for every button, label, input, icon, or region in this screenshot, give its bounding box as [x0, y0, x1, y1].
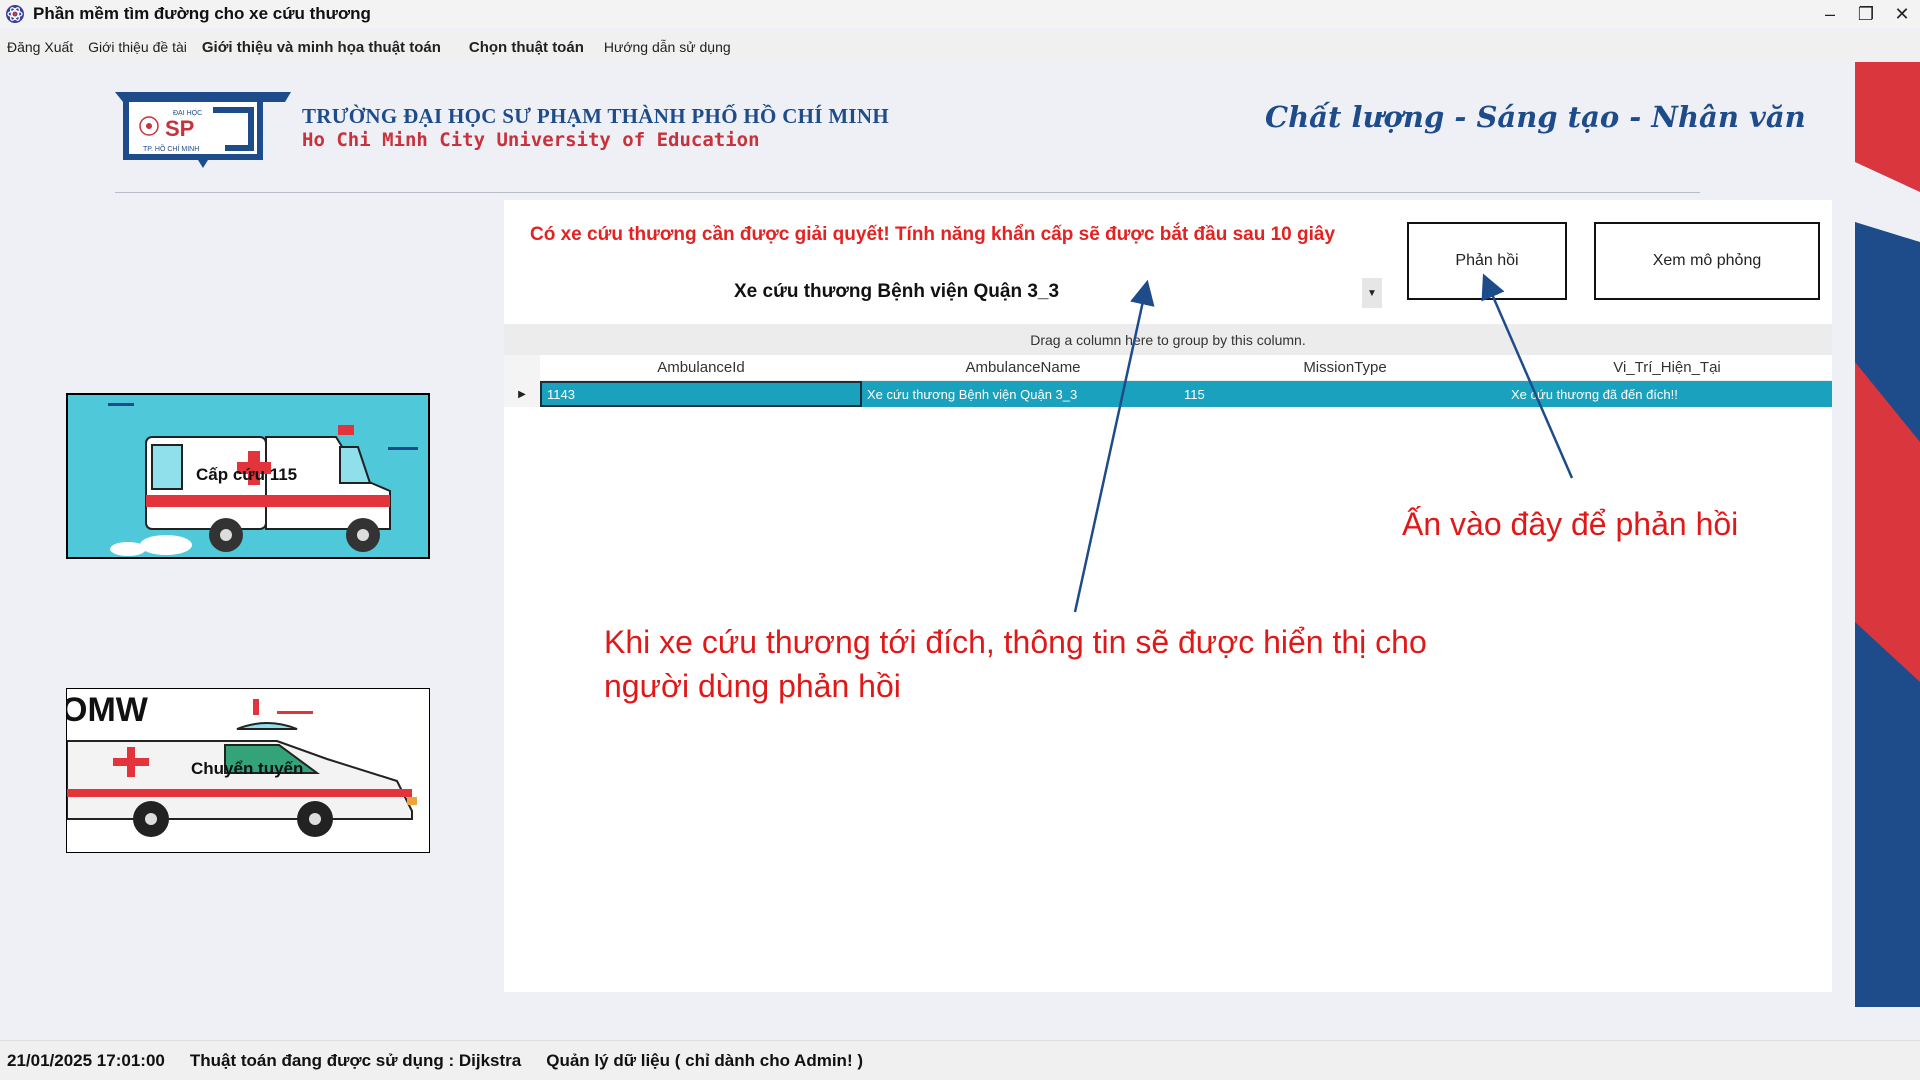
ambulance-select[interactable]: Xe cứu thương Bệnh viện Quận 3_3 ▼: [504, 278, 1382, 308]
window-title: Phần mềm tìm đường cho xe cứu thương: [33, 4, 371, 23]
status-algorithm: Thuật toán đang được sử dụng : Dijkstra: [189, 1050, 522, 1070]
emergency-alert: Có xe cứu thương cần được giải quyết! Tí…: [530, 224, 1336, 245]
table-cell[interactable]: Xe cứu thương Bệnh viện Quận 3_3: [862, 381, 1184, 407]
window-controls: – ❐ ✕: [1812, 0, 1920, 28]
menu-bar: Đăng Xuất Giới thiệu đề tài Giới thiệu v…: [0, 32, 1920, 62]
status-bar: 21/01/2025 17:01:00 Thuật toán đang được…: [0, 1040, 1920, 1080]
chevron-down-icon[interactable]: ▼: [1362, 278, 1382, 308]
card-label-transfer: Chuyển tuyến: [191, 759, 304, 778]
table-cell[interactable]: Xe cứu thương đã đến đích!!: [1506, 381, 1828, 407]
column-header[interactable]: AmbulanceId: [540, 359, 862, 376]
feedback-annotation: Ấn vào đây để phản hồi: [1402, 506, 1739, 542]
feedback-button[interactable]: Phản hồi: [1407, 222, 1567, 300]
arrival-annotation-line2: người dùng phản hồi: [604, 668, 901, 704]
column-header[interactable]: MissionType: [1184, 359, 1506, 376]
restore-button[interactable]: ❐: [1848, 0, 1884, 28]
motto: Chất lượng - Sáng tạo - Nhân văn: [1265, 100, 1806, 134]
table-cell[interactable]: 115: [1184, 381, 1506, 407]
grid-header: AmbulanceId AmbulanceName MissionType Vi…: [504, 354, 1832, 381]
card-label-115: Cấp cứu 115: [196, 465, 298, 484]
transfer-card[interactable]: OMW Chuyển tuyến: [66, 688, 430, 853]
column-header[interactable]: AmbulanceName: [862, 359, 1184, 376]
table-cell[interactable]: 1143: [540, 381, 862, 407]
column-header[interactable]: Vi_Trí_Hiện_Tại: [1506, 359, 1828, 376]
table-row[interactable]: ▶ 1143 Xe cứu thương Bệnh viện Quận 3_3 …: [504, 381, 1832, 407]
menu-user-guide[interactable]: Hướng dẫn sử dụng: [604, 39, 731, 55]
table-cell-value: 115: [1184, 386, 1205, 402]
minimize-button[interactable]: –: [1812, 0, 1848, 28]
admin-data-management[interactable]: Quản lý dữ liệu ( chỉ dành cho Admin! ): [546, 1051, 863, 1071]
group-by-panel[interactable]: Drag a column here to group by this colu…: [504, 324, 1832, 355]
ambulance-select-value: Xe cứu thương Bệnh viện Quận 3_3: [734, 281, 1060, 302]
menu-choose-algorithm[interactable]: Chọn thuật toán: [469, 39, 584, 56]
vehicle-text: OMW: [67, 691, 149, 729]
menu-algorithm-intro[interactable]: Giới thiệu và minh họa thuật toán: [202, 39, 441, 56]
header-divider: [115, 192, 1700, 193]
university-logo: ĐẠI HỌC SP TP. HỒ CHÍ MINH: [115, 92, 291, 168]
emergency-115-card[interactable]: Cấp cứu 115: [66, 393, 430, 559]
status-datetime: 21/01/2025 17:01:00: [7, 1050, 165, 1070]
arrival-annotation-line1: Khi xe cứu thương tới đích, thông tin sẽ…: [604, 624, 1427, 660]
university-name-vn: TRƯỜNG ĐẠI HỌC SƯ PHẠM THÀNH PHỐ HỒ CHÍ …: [302, 104, 890, 128]
university-name-en: Ho Chi Minh City University of Education: [302, 129, 760, 151]
content-panel: Có xe cứu thương cần được giải quyết! Tí…: [504, 200, 1832, 992]
logo-main-text: SP: [165, 116, 194, 141]
close-button[interactable]: ✕: [1884, 0, 1920, 28]
side-decoration: [1855, 62, 1920, 1007]
menu-logout[interactable]: Đăng Xuất: [7, 39, 73, 55]
menu-about-project[interactable]: Giới thiệu đề tài: [88, 39, 187, 55]
atom-icon: [6, 5, 24, 23]
title-bar: Phần mềm tìm đường cho xe cứu thương – ❐…: [0, 0, 1920, 28]
main-area: ĐẠI HỌC SP TP. HỒ CHÍ MINH TRƯỜNG ĐẠI HỌ…: [0, 62, 1920, 1040]
view-simulation-button[interactable]: Xem mô phỏng: [1594, 222, 1820, 300]
row-pointer-icon: ▶: [504, 381, 540, 407]
row-indicator-header: [504, 354, 540, 381]
